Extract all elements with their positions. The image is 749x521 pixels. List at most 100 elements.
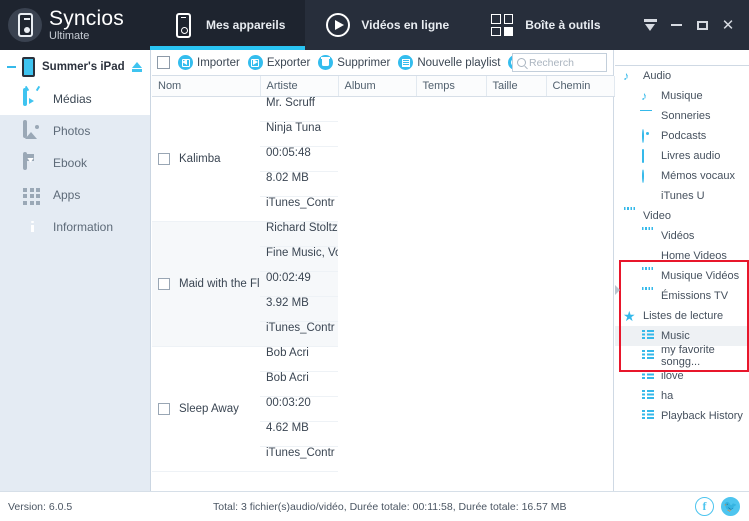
tab-online-videos-label: Vidéos en ligne [361,18,450,32]
sidebar-item-photos[interactable]: Photos [0,115,150,147]
sidebar-item-medias[interactable]: Médias [0,83,150,115]
sidebar-item-apps-label: Apps [53,188,81,202]
sidebar-item-ebook[interactable]: Ebook [0,147,150,179]
tree-item-emissions-tv-label: Émissions TV [661,290,729,302]
tree-item-sonneries-label: Sonneries [661,110,711,122]
row-checkbox[interactable] [158,278,170,290]
tree-item-ha[interactable]: ha [615,386,749,406]
tree-item-music-label: Music [661,330,690,342]
search-icon [517,58,526,67]
row-checkbox[interactable] [158,403,170,415]
cell-size: 8.02 MB [260,172,338,197]
search-box[interactable] [512,53,607,72]
voice-memo-icon [641,168,654,183]
sidebar-item-apps[interactable]: Apps [0,179,150,211]
column-header-nom[interactable]: Nom [152,76,261,97]
twitter-icon[interactable]: 🐦 [721,497,740,516]
maximize-icon [696,20,708,30]
new-playlist-button[interactable]: Nouvelle playlist [398,55,500,70]
cell-artist: Bob Acri [260,347,338,372]
tree-group-video[interactable]: Video [615,206,749,226]
tree-item-itunes-u-label: iTunes U [661,190,705,202]
tree-item-ilove-label: ilove [661,370,684,382]
tree-item-music[interactable]: Music [615,326,749,346]
delete-button[interactable]: Supprimer [318,55,390,70]
cell-time: 00:03:20 [260,397,338,422]
photos-icon [23,119,42,141]
column-header-artiste[interactable]: Artiste [260,76,339,97]
tree-item-home-videos[interactable]: Home Videos [615,246,749,266]
film-icon [623,207,636,223]
tree-item-playback-history[interactable]: Playback History [615,406,749,426]
tree-item-my-favorite-songs[interactable]: my favorite songg... [615,344,749,368]
tree-item-musique-videos[interactable]: Musique Vidéos [615,266,749,286]
tree-item-musique[interactable]: ♪ Musique [615,86,749,106]
tree-item-itunes-u[interactable]: iTunes U [615,186,749,206]
film-icon [641,227,654,243]
brand-name: Syncios [49,7,124,30]
table-row[interactable]: Maid with the Fla... Richard Stoltz... F… [152,221,614,347]
main-tabs: Mes appareils Vidéos en ligne Boîte à ou… [150,0,621,50]
media-table: Nom Artiste Album Temps Taille Chemin Ka… [152,76,615,472]
playlist-icon [641,390,654,403]
table-row[interactable]: Sleep Away Bob Acri Bob Acri 00:03:20 4.… [152,346,614,472]
import-label: Importer [197,56,240,69]
cell-album: Ninja Tuna [260,122,338,147]
sidebar-item-information[interactable]: Information [0,211,150,243]
tree-item-podcasts-label: Podcasts [661,130,707,142]
tree-item-ilove[interactable]: ilove [615,366,749,386]
select-all-checkbox[interactable] [157,56,170,69]
tree-item-livres-audio-label: Livres audio [661,150,721,162]
social-links: f 🐦 [695,497,740,516]
tree-group-playlists[interactable]: ★ Listes de lecture [615,306,749,326]
tree-item-sonneries[interactable]: Sonneries [615,106,749,126]
tree-group-playlists-label: Listes de lecture [643,310,724,322]
playlist-icon [641,350,654,363]
music-note-icon: ♪ [641,88,647,103]
tree-item-ha-label: ha [661,390,674,402]
import-button[interactable]: Importer [178,55,240,70]
cell-album: Bob Acri [260,372,338,397]
minus-icon[interactable] [6,61,17,72]
tree-item-podcasts[interactable]: Podcasts [615,126,749,146]
minimize-button[interactable] [663,12,689,38]
cell-time: 00:02:49 [260,271,338,297]
eject-icon[interactable] [131,61,143,73]
cell-album: Fine Music, Vo... [260,246,338,272]
tab-my-devices[interactable]: Mes appareils [150,0,306,50]
sidebar-item-information-label: Information [53,220,114,234]
column-header-taille[interactable]: Taille [486,76,547,97]
tree-item-livres-audio[interactable]: Livres audio [615,146,749,166]
tree-item-videos[interactable]: Vidéos [615,226,749,246]
cell-path: iTunes_Contr [260,447,338,472]
close-button[interactable]: ✕ [715,12,741,38]
maximize-button[interactable] [689,12,715,38]
search-input[interactable] [529,56,605,69]
cell-name: Kalimba [179,152,221,165]
tree-group-video-label: Video [643,210,671,222]
table-row[interactable]: Kalimba Mr. Scruff Ninja Tuna 00:05:48 8… [152,96,614,222]
device-row[interactable]: Summer's iPad [0,50,150,83]
tab-my-devices-label: Mes appareils [206,18,286,32]
tree-item-home-videos-label: Home Videos [661,250,727,262]
export-button[interactable]: Exporter [247,55,310,70]
row-checkbox[interactable] [158,152,170,165]
column-header-chemin[interactable]: Chemin [546,76,615,97]
window-controls: ✕ [637,0,749,50]
collapse-down-button[interactable] [637,12,663,38]
column-header-album[interactable]: Album [338,76,417,97]
itunes-u-icon [641,190,654,203]
totals-label: Total: 3 fichier(s)audio/vidéo, Durée to… [213,500,567,513]
sidebar-item-ebook-label: Ebook [53,156,88,170]
tree-group-audio[interactable]: ♪ Audio [615,66,749,86]
tree-item-emissions-tv[interactable]: Émissions TV [615,286,749,306]
tree-item-memos-vocaux-label: Mémos vocaux [661,170,735,182]
tree-item-memos-vocaux[interactable]: Mémos vocaux [615,166,749,186]
home-video-icon [641,250,654,263]
column-header-temps[interactable]: Temps [416,76,487,97]
apps-grid-icon [23,186,42,205]
tab-toolbox[interactable]: Boîte à outils [469,0,620,50]
tab-online-videos[interactable]: Vidéos en ligne [305,0,469,50]
facebook-icon[interactable]: f [695,497,714,516]
table-header-row: Nom Artiste Album Temps Taille Chemin [152,76,615,97]
